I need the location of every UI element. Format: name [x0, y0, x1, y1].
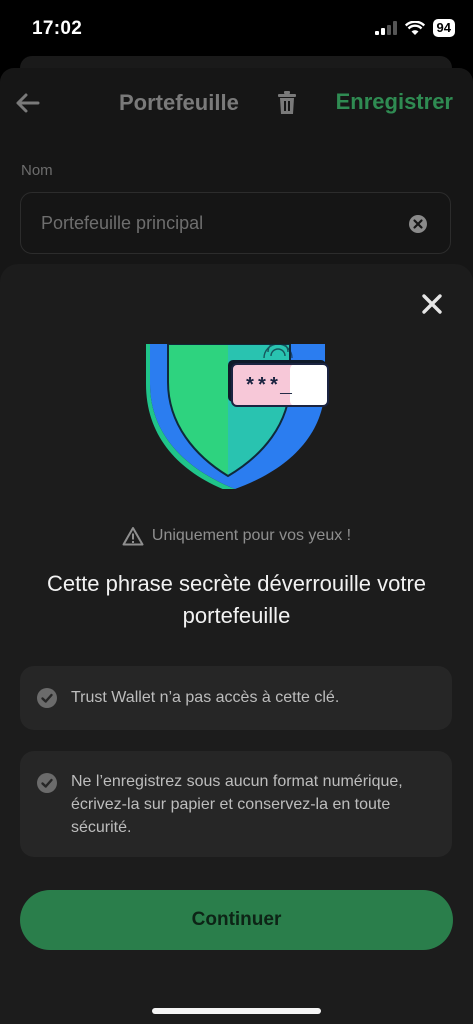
secret-phrase-sheet: ***_ Uniquement pour vos yeux ! Cette ph… [0, 264, 473, 1024]
status-bar: 17:02 94 [0, 0, 473, 58]
password-mask: ***_ [244, 376, 293, 399]
continue-button-label: Continuer [191, 909, 282, 930]
name-field-label: Nom [21, 162, 53, 179]
save-button[interactable]: Enregistrer [336, 89, 453, 115]
name-field-value: Portefeuille principal [41, 213, 204, 233]
wifi-icon [404, 20, 425, 35]
info-card-text: Trust Wallet n’a pas accès à cette clé. [71, 689, 340, 706]
check-circle-icon [37, 773, 57, 793]
info-card: Ne l’enregistrez sous aucun format numér… [20, 751, 452, 857]
info-card-text: Ne l’enregistrez sous aucun format numér… [71, 773, 403, 836]
name-field[interactable]: Portefeuille principal [20, 192, 451, 254]
battery-icon: 94 [432, 19, 455, 37]
check-circle-icon [37, 688, 57, 708]
warning-row: Uniquement pour vos yeux ! [0, 526, 473, 546]
info-card: Trust Wallet n’a pas accès à cette clé. [20, 666, 452, 730]
close-icon[interactable] [418, 290, 446, 318]
clear-icon[interactable] [408, 214, 428, 234]
home-indicator[interactable] [152, 1008, 321, 1014]
trash-icon[interactable] [276, 91, 298, 115]
shield-illustration: ***_ [146, 344, 329, 489]
warning-text: Uniquement pour vos yeux ! [151, 527, 352, 544]
page-header: Portefeuille Enregistrer [0, 68, 473, 140]
back-arrow-icon[interactable] [12, 88, 42, 118]
sheet-headline: Cette phrase secrète déverrouille votre … [46, 571, 427, 628]
status-icons: 94 [374, 19, 455, 37]
warning-icon [122, 527, 144, 546]
status-time: 17:02 [32, 18, 83, 39]
page-title: Portefeuille [119, 90, 239, 115]
continue-button[interactable]: Continuer [20, 890, 453, 950]
signal-icon [374, 21, 397, 35]
